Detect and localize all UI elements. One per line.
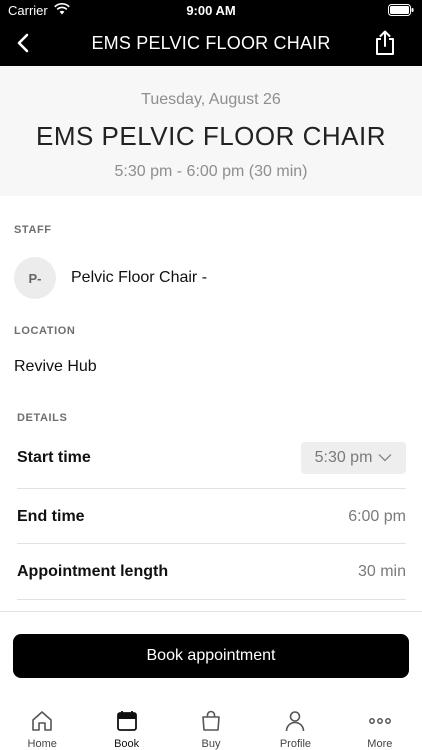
start-time-picker[interactable]: 5:30 pm bbox=[301, 441, 406, 474]
appointment-header: Tuesday, August 26 EMS PELVIC FLOOR CHAI… bbox=[0, 66, 422, 196]
end-time-value: 6:00 pm bbox=[348, 507, 406, 525]
back-button[interactable] bbox=[8, 28, 38, 58]
tab-label: Profile bbox=[279, 738, 312, 750]
location-name: Revive Hub bbox=[14, 358, 97, 375]
appointment-length-value: 30 min bbox=[357, 562, 406, 580]
tab-home[interactable]: Home bbox=[0, 700, 84, 750]
footer-divider bbox=[0, 611, 422, 612]
end-time-row: End time 6:00 pm bbox=[17, 489, 406, 544]
appointment-date: Tuesday, August 26 bbox=[141, 91, 281, 108]
book-appointment-button[interactable]: Book appointment bbox=[13, 634, 409, 678]
home-icon bbox=[29, 708, 55, 734]
tab-more[interactable]: More bbox=[338, 700, 422, 750]
status-time: 9:00 AM bbox=[186, 3, 236, 18]
appointment-length-row: Appointment length 30 min bbox=[17, 544, 406, 599]
tab-label: Buy bbox=[201, 738, 221, 750]
chevron-down-icon bbox=[378, 454, 392, 462]
start-time-label: Start time bbox=[17, 448, 91, 466]
more-icon bbox=[367, 708, 393, 734]
avatar: P- bbox=[14, 257, 56, 299]
tab-book[interactable]: Book bbox=[84, 700, 168, 750]
staff-section-label: STAFF bbox=[14, 224, 52, 236]
start-time-row: Start time 5:30 pm bbox=[17, 430, 406, 485]
details-section-label: DETAILS bbox=[17, 412, 68, 424]
navigation-bar: EMS PELVIC FLOOR CHAIR bbox=[0, 20, 422, 66]
tab-bar: Home Book Buy Profile More bbox=[0, 700, 422, 750]
appointment-title: EMS PELVIC FLOOR CHAIR bbox=[35, 121, 387, 151]
tab-label: Home bbox=[27, 738, 57, 750]
shopping-bag-icon bbox=[198, 708, 224, 734]
share-button[interactable] bbox=[370, 28, 400, 58]
chevron-left-icon bbox=[17, 33, 29, 53]
status-bar: Carrier 9:00 AM bbox=[0, 0, 422, 20]
end-time-label: End time bbox=[17, 507, 85, 525]
appointment-length-label: Appointment length bbox=[17, 562, 169, 580]
tab-buy[interactable]: Buy bbox=[169, 700, 253, 750]
start-time-value: 5:30 pm bbox=[314, 448, 373, 466]
nav-title: EMS PELVIC FLOOR CHAIR bbox=[91, 33, 331, 53]
tab-profile[interactable]: Profile bbox=[253, 700, 337, 750]
location-section-label: LOCATION bbox=[14, 325, 76, 337]
appointment-time-range: 5:30 pm - 6:00 pm (30 min) bbox=[114, 163, 308, 180]
calendar-icon bbox=[114, 708, 140, 734]
share-icon bbox=[376, 30, 394, 55]
profile-icon bbox=[282, 708, 308, 734]
staff-name: Pelvic Floor Chair - bbox=[71, 269, 208, 286]
tab-label: More bbox=[367, 738, 393, 750]
battery-icon bbox=[388, 4, 414, 19]
staff-row[interactable]: P- Pelvic Floor Chair - bbox=[14, 256, 207, 300]
divider bbox=[17, 599, 406, 600]
tab-label: Book bbox=[114, 738, 140, 750]
